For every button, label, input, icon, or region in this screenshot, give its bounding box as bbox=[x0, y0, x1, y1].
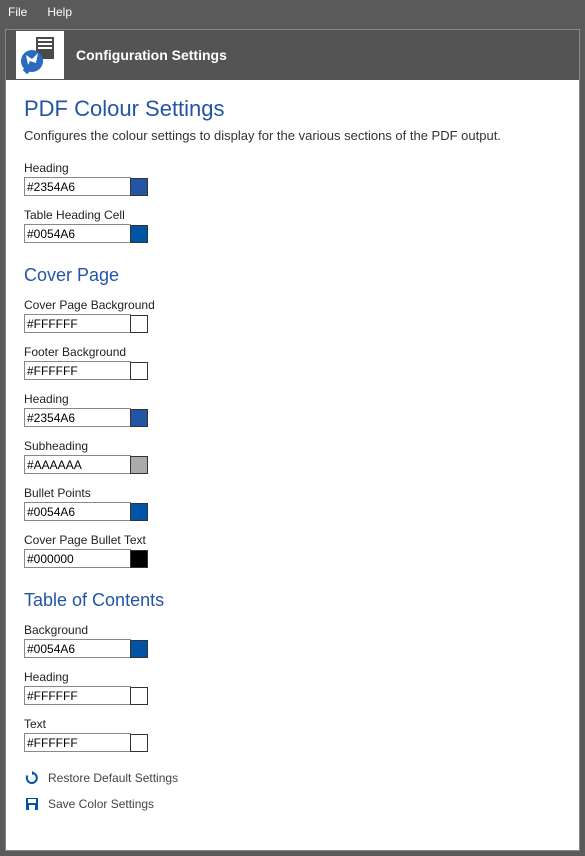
label-bullet-text: Cover Page Bullet Text bbox=[24, 533, 561, 547]
restore-defaults-label: Restore Default Settings bbox=[48, 771, 178, 785]
menu-file[interactable]: File bbox=[8, 5, 27, 19]
field-heading: Heading bbox=[24, 161, 561, 196]
settings-panel: Configuration Settings PDF Colour Settin… bbox=[5, 29, 580, 851]
panel-header: Configuration Settings bbox=[6, 30, 579, 80]
swatch-bullet-text[interactable] bbox=[130, 550, 148, 568]
swatch-bullets[interactable] bbox=[130, 503, 148, 521]
field-subheading: Subheading bbox=[24, 439, 561, 474]
input-cover-bg[interactable] bbox=[24, 314, 131, 333]
label-cover-heading: Heading bbox=[24, 392, 561, 406]
restore-defaults-button[interactable]: Restore Default Settings bbox=[24, 770, 561, 786]
swatch-cover-bg[interactable] bbox=[130, 315, 148, 333]
section-cover-page-title: Cover Page bbox=[24, 265, 561, 286]
field-bullet-text: Cover Page Bullet Text bbox=[24, 533, 561, 568]
swatch-heading[interactable] bbox=[130, 178, 148, 196]
field-toc-heading: Heading bbox=[24, 670, 561, 705]
refresh-icon bbox=[24, 770, 40, 786]
swatch-toc-bg[interactable] bbox=[130, 640, 148, 658]
input-toc-text[interactable] bbox=[24, 733, 131, 752]
swatch-table-heading-cell[interactable] bbox=[130, 225, 148, 243]
input-heading[interactable] bbox=[24, 177, 131, 196]
panel-title: Configuration Settings bbox=[76, 47, 227, 63]
input-footer-bg[interactable] bbox=[24, 361, 131, 380]
label-cover-bg: Cover Page Background bbox=[24, 298, 561, 312]
input-bullets[interactable] bbox=[24, 502, 131, 521]
label-heading: Heading bbox=[24, 161, 561, 175]
field-table-heading-cell: Table Heading Cell bbox=[24, 208, 561, 243]
label-toc-bg: Background bbox=[24, 623, 561, 637]
input-table-heading-cell[interactable] bbox=[24, 224, 131, 243]
section-toc-title: Table of Contents bbox=[24, 590, 561, 611]
save-settings-button[interactable]: Save Color Settings bbox=[24, 796, 561, 812]
label-bullets: Bullet Points bbox=[24, 486, 561, 500]
input-subheading[interactable] bbox=[24, 455, 131, 474]
field-bullets: Bullet Points bbox=[24, 486, 561, 521]
save-settings-label: Save Color Settings bbox=[48, 797, 154, 811]
input-toc-heading[interactable] bbox=[24, 686, 131, 705]
label-toc-heading: Heading bbox=[24, 670, 561, 684]
section-pdf-colour-title: PDF Colour Settings bbox=[24, 96, 561, 122]
menubar: File Help bbox=[0, 0, 585, 24]
input-toc-bg[interactable] bbox=[24, 639, 131, 658]
section-pdf-colour-desc: Configures the colour settings to displa… bbox=[24, 128, 561, 143]
input-cover-heading[interactable] bbox=[24, 408, 131, 427]
input-bullet-text[interactable] bbox=[24, 549, 131, 568]
field-cover-bg: Cover Page Background bbox=[24, 298, 561, 333]
label-table-heading-cell: Table Heading Cell bbox=[24, 208, 561, 222]
swatch-toc-heading[interactable] bbox=[130, 687, 148, 705]
label-toc-text: Text bbox=[24, 717, 561, 731]
menu-help[interactable]: Help bbox=[47, 5, 72, 19]
swatch-toc-text[interactable] bbox=[130, 734, 148, 752]
field-toc-bg: Background bbox=[24, 623, 561, 658]
field-toc-text: Text bbox=[24, 717, 561, 752]
swatch-cover-heading[interactable] bbox=[130, 409, 148, 427]
panel-content: PDF Colour Settings Configures the colou… bbox=[6, 80, 579, 850]
field-footer-bg: Footer Background bbox=[24, 345, 561, 380]
label-footer-bg: Footer Background bbox=[24, 345, 561, 359]
swatch-subheading[interactable] bbox=[130, 456, 148, 474]
settings-icon bbox=[16, 31, 64, 79]
field-cover-heading: Heading bbox=[24, 392, 561, 427]
label-subheading: Subheading bbox=[24, 439, 561, 453]
swatch-footer-bg[interactable] bbox=[130, 362, 148, 380]
save-icon bbox=[24, 796, 40, 812]
